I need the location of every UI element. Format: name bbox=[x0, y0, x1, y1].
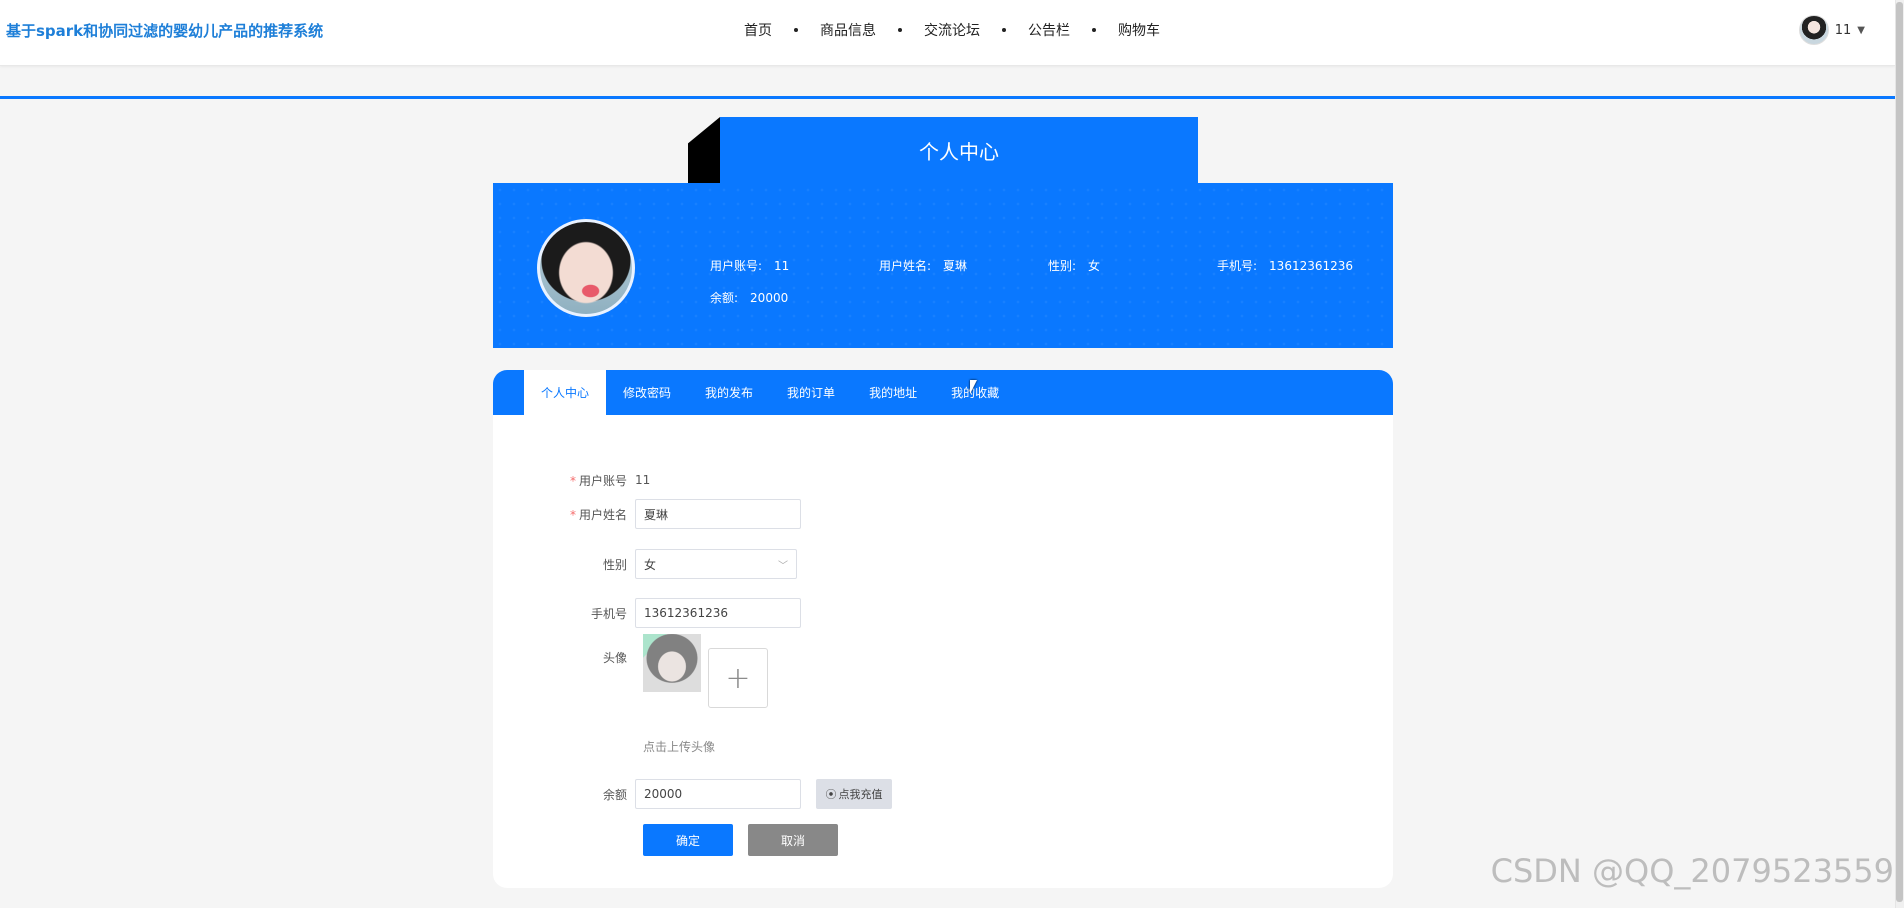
top-navbar: 基于spark和协同过滤的婴幼儿产品的推荐系统 首页 商品信息 交流论坛 公告栏… bbox=[0, 0, 1895, 66]
profile-name: 用户姓名: 夏琳 bbox=[879, 259, 968, 273]
site-title[interactable]: 基于spark和协同过滤的婴幼儿产品的推荐系统 bbox=[6, 20, 323, 41]
profile-avatar bbox=[537, 219, 635, 317]
nav-separator bbox=[794, 28, 798, 32]
nav-separator bbox=[1002, 28, 1006, 32]
user-menu[interactable]: 11 ▼ bbox=[1798, 15, 1865, 45]
profile-gender: 性别: 女 bbox=[1048, 259, 1101, 273]
recharge-button[interactable]: ⦿ 点我充值 bbox=[816, 779, 892, 809]
form-row-name: * 用户姓名 夏琳 bbox=[493, 499, 801, 529]
page-title: 个人中心 bbox=[720, 117, 1198, 183]
account-label: * 用户账号 bbox=[569, 473, 627, 488]
profile-account: 用户账号: 11 bbox=[710, 259, 790, 273]
tab-my-address[interactable]: 我的地址 bbox=[852, 370, 934, 415]
form-row-avatar: 头像 bbox=[493, 647, 635, 667]
plus-icon: + bbox=[725, 660, 751, 696]
nav-separator bbox=[1092, 28, 1096, 32]
watermark: CSDN @QQ_2079523559 bbox=[1490, 852, 1894, 890]
chevron-down-icon: ﹀ bbox=[778, 560, 788, 572]
tab-my-favorites[interactable]: 我的收藏 bbox=[934, 370, 1016, 415]
account-value: 11 bbox=[635, 473, 651, 487]
avatar-label: 头像 bbox=[602, 650, 627, 665]
header-divider bbox=[0, 96, 1895, 99]
caret-down-icon[interactable]: ▼ bbox=[1857, 25, 1865, 36]
profile-tabs: 个人中心 修改密码 我的发布 我的订单 我的地址 我的收藏 bbox=[493, 370, 1393, 415]
profile-banner: 用户账号: 11 用户姓名: 夏琳 性别: 女 手机号: 13612361236 余额:… bbox=[493, 183, 1393, 348]
tab-change-password[interactable]: 修改密码 bbox=[606, 370, 688, 415]
avatar-preview[interactable] bbox=[643, 634, 701, 692]
nav-products[interactable]: 商品信息 bbox=[820, 20, 876, 40]
balance-label: 余额 bbox=[602, 787, 627, 802]
avatar[interactable] bbox=[1798, 15, 1829, 45]
username[interactable]: 11 bbox=[1835, 23, 1852, 38]
nav-forum[interactable]: 交流论坛 bbox=[924, 20, 980, 40]
nav-cart[interactable]: 购物车 bbox=[1118, 20, 1160, 40]
form-row-balance: 余额 20000 bbox=[493, 779, 801, 809]
form-row-account: * 用户账号 11 bbox=[493, 465, 650, 495]
name-input[interactable]: 夏琳 bbox=[635, 499, 801, 529]
upload-avatar-button[interactable]: + bbox=[708, 648, 768, 708]
phone-label: 手机号 bbox=[590, 606, 627, 621]
balance-input[interactable]: 20000 bbox=[635, 779, 801, 809]
circle-dot-icon: ⦿ bbox=[825, 788, 837, 801]
nav-separator bbox=[898, 28, 902, 32]
scrollbar-thumb[interactable] bbox=[1896, 2, 1903, 902]
gender-select[interactable]: 女 ﹀ bbox=[635, 549, 797, 579]
tab-my-posts[interactable]: 我的发布 bbox=[688, 370, 770, 415]
title-fold-decoration bbox=[688, 117, 720, 183]
tab-personal-center[interactable]: 个人中心 bbox=[524, 370, 607, 415]
main-nav: 首页 商品信息 交流论坛 公告栏 购物车 bbox=[744, 20, 1160, 40]
form-row-gender: 性别 女 ﹀ bbox=[493, 549, 797, 579]
confirm-button[interactable]: 确定 bbox=[643, 824, 733, 856]
tab-my-orders[interactable]: 我的订单 bbox=[770, 370, 852, 415]
gender-label: 性别 bbox=[602, 557, 627, 572]
name-label: * 用户姓名 bbox=[569, 507, 627, 522]
profile-card: 个人中心 修改密码 我的发布 我的订单 我的地址 我的收藏 * 用户账号 11 *… bbox=[493, 370, 1393, 888]
upload-hint: 点击上传头像 bbox=[643, 740, 716, 754]
profile-balance: 余额: 20000 bbox=[710, 291, 789, 305]
phone-input[interactable]: 13612361236 bbox=[635, 598, 801, 628]
nav-notice[interactable]: 公告栏 bbox=[1028, 20, 1070, 40]
vertical-scrollbar[interactable] bbox=[1895, 0, 1904, 908]
cancel-button[interactable]: 取消 bbox=[748, 824, 838, 856]
nav-home[interactable]: 首页 bbox=[744, 20, 772, 40]
form-row-phone: 手机号 13612361236 bbox=[493, 598, 801, 628]
profile-phone: 手机号: 13612361236 bbox=[1217, 259, 1354, 273]
